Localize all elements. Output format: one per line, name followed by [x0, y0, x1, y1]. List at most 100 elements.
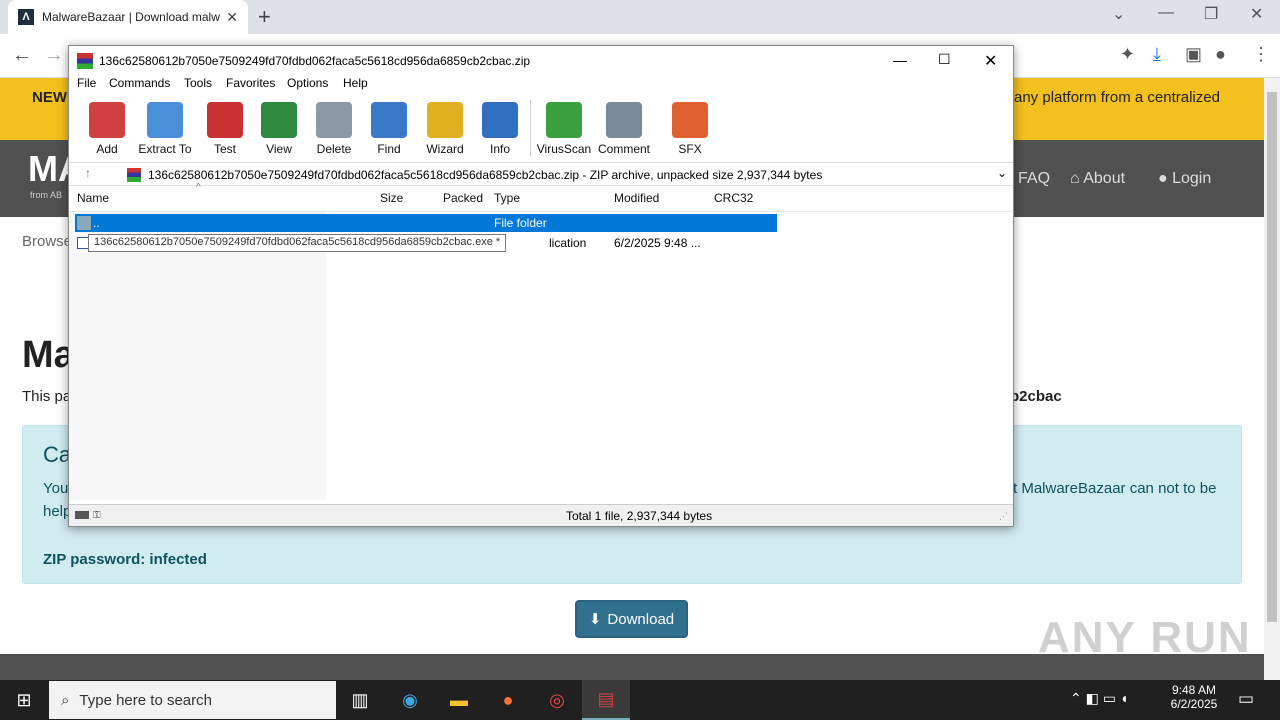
task-view-icon[interactable]: ▥	[336, 680, 384, 720]
intro-text-right: b2cbac	[1010, 388, 1062, 405]
status-text: Total 1 file, 2,937,344 bytes	[566, 509, 713, 523]
winrar-title: 136c62580612b7050e7509249fd70fdbd062faca…	[99, 54, 531, 68]
clock-date: 6/2/2025	[1170, 697, 1218, 711]
tool-info-button[interactable]: Info	[470, 98, 530, 160]
restore-icon[interactable]: ❐	[1204, 4, 1218, 24]
row-modified: 6/2/2025 9:48 ...	[614, 236, 701, 250]
drive-icon	[75, 511, 89, 519]
tool-wizard-icon	[427, 102, 463, 138]
winrar-statusbar: ⚿ Total 1 file, 2,937,344 bytes ⋰	[69, 504, 1013, 526]
menu-favorites[interactable]: Favorites	[226, 76, 275, 90]
forward-icon[interactable]: →	[44, 44, 64, 67]
nav-about[interactable]: ⌂ About	[1070, 170, 1125, 188]
archive-path[interactable]: 136c62580612b7050e7509249fd70fdbd062faca…	[148, 168, 822, 182]
menu-help[interactable]: Help	[343, 76, 368, 90]
tool-test-button[interactable]: Test	[195, 98, 255, 160]
tool-view-button[interactable]: View	[249, 98, 309, 160]
winrar-titlebar[interactable]: 136c62580612b7050e7509249fd70fdbd062faca…	[69, 46, 1013, 76]
chrome-icon[interactable]: ◎	[533, 680, 581, 720]
menu-options[interactable]: Options	[287, 76, 328, 90]
tool-extract-to-icon	[147, 102, 183, 138]
firefox-icon[interactable]: ●	[484, 680, 532, 720]
tool-add-button[interactable]: Add	[77, 98, 137, 160]
clock[interactable]: 9:48 AM 6/2/2025	[1166, 683, 1222, 711]
search-icon: ⌕	[61, 691, 70, 709]
scroll-thumb[interactable]	[1267, 92, 1277, 622]
list-header: Name ^ Size Packed Type Modified CRC32	[69, 182, 1013, 212]
tool-label: Extract To	[138, 142, 192, 156]
edge-icon[interactable]: ◉	[386, 680, 434, 720]
winrar-window: 136c62580612b7050e7509249fd70fdbd062faca…	[68, 45, 1014, 527]
winrar-close-icon[interactable]: ✕	[984, 51, 997, 71]
page-scrollbar[interactable]	[1264, 78, 1280, 680]
download-button[interactable]: ⬇ Download	[575, 600, 688, 638]
browser-tab[interactable]: Λ MalwareBazaar | Download malw ✕	[8, 0, 248, 34]
tool-delete-icon	[316, 102, 352, 138]
col-packed[interactable]: Packed	[443, 188, 483, 208]
menu-file[interactable]: File	[77, 76, 96, 90]
close-tab-icon[interactable]: ✕	[226, 9, 238, 26]
address-dropdown-icon[interactable]: ⌄	[997, 166, 1007, 180]
download-label: Download	[607, 610, 675, 628]
tool-sfx-button[interactable]: SFX	[660, 98, 720, 160]
page-title: Ma	[22, 334, 75, 376]
file-explorer-icon[interactable]: ▬	[435, 680, 483, 720]
menu-commands[interactable]: Commands	[109, 76, 170, 90]
tab-search-icon[interactable]: ⌄	[1112, 4, 1125, 24]
search-placeholder: Type here to search	[79, 691, 212, 709]
windows-start-icon[interactable]: ⊞	[0, 680, 48, 720]
col-type[interactable]: Type	[494, 188, 520, 208]
tool-delete-button[interactable]: Delete	[304, 98, 364, 160]
tool-sfx-icon	[672, 102, 708, 138]
winrar-minimize-icon[interactable]: —	[893, 52, 907, 68]
back-icon[interactable]: ←	[12, 44, 32, 67]
tool-comment-icon	[606, 102, 642, 138]
tool-comment-button[interactable]: Comment	[594, 98, 654, 160]
col-size[interactable]: Size	[380, 188, 403, 208]
tool-label: VirusScan	[536, 142, 592, 156]
winrar-menubar: File Commands Tools Favorites Options He…	[69, 76, 1013, 96]
tool-label: Info	[489, 142, 510, 156]
name-column-shade	[69, 212, 326, 500]
favicon-icon: Λ	[18, 9, 34, 25]
tool-label: Delete	[316, 142, 352, 156]
col-modified[interactable]: Modified	[614, 188, 659, 208]
resize-grip-icon[interactable]: ⋰	[999, 511, 1008, 522]
extensions-icon[interactable]: ✦	[1120, 44, 1135, 65]
download-icon[interactable]: ⤓	[1153, 44, 1161, 65]
tray-icons[interactable]: ⌃ ◧ ▭ ◖	[1070, 690, 1128, 707]
banner-left-text: NEW	[32, 89, 67, 106]
tool-wizard-button[interactable]: Wizard	[415, 98, 475, 160]
menu-tools[interactable]: Tools	[184, 76, 212, 90]
winrar-maximize-icon[interactable]: ☐	[938, 51, 951, 68]
taskbar-search[interactable]: ⌕ Type here to search	[49, 681, 336, 719]
logo-subtitle: from AB	[30, 190, 63, 200]
folder-icon	[77, 216, 91, 230]
nav-login[interactable]: ● Login	[1158, 170, 1211, 188]
tool-find-button[interactable]: Find	[359, 98, 419, 160]
winrar-taskbar-icon[interactable]: ▤	[582, 680, 630, 720]
tool-virusscan-button[interactable]: VirusScan	[534, 98, 594, 160]
breadcrumb[interactable]: Browse	[22, 233, 72, 250]
menu-icon[interactable]: ⋮	[1252, 44, 1270, 65]
up-arrow-icon[interactable]: ↑	[85, 166, 91, 180]
new-tab-icon[interactable]: +	[258, 4, 271, 30]
notifications-icon[interactable]: ▭	[1238, 689, 1254, 709]
tool-extract-to-button[interactable]: Extract To	[135, 98, 195, 160]
clock-time: 9:48 AM	[1171, 683, 1217, 697]
col-name[interactable]: Name	[77, 188, 109, 208]
alert-line1-left: You	[43, 480, 69, 497]
key-icon: ⚿	[93, 510, 101, 521]
profile-icon[interactable]: ●	[1215, 44, 1226, 65]
tool-label: View	[266, 142, 292, 156]
col-crc32[interactable]: CRC32	[714, 188, 753, 208]
close-window-icon[interactable]: ✕	[1250, 4, 1263, 24]
minimize-icon[interactable]: —	[1158, 4, 1174, 22]
banner-right-text: any platform from a centralized	[1014, 89, 1220, 106]
table-row[interactable]: .. File folder	[75, 214, 777, 232]
sidepanel-icon[interactable]: ▣	[1185, 44, 1202, 65]
nav-faq[interactable]: FAQ	[1018, 170, 1050, 188]
tool-label: Find	[377, 142, 401, 156]
tool-label: Wizard	[426, 142, 464, 156]
winrar-address-bar: ↑ 136c62580612b7050e7509249fd70fdbd062fa…	[69, 162, 1013, 186]
